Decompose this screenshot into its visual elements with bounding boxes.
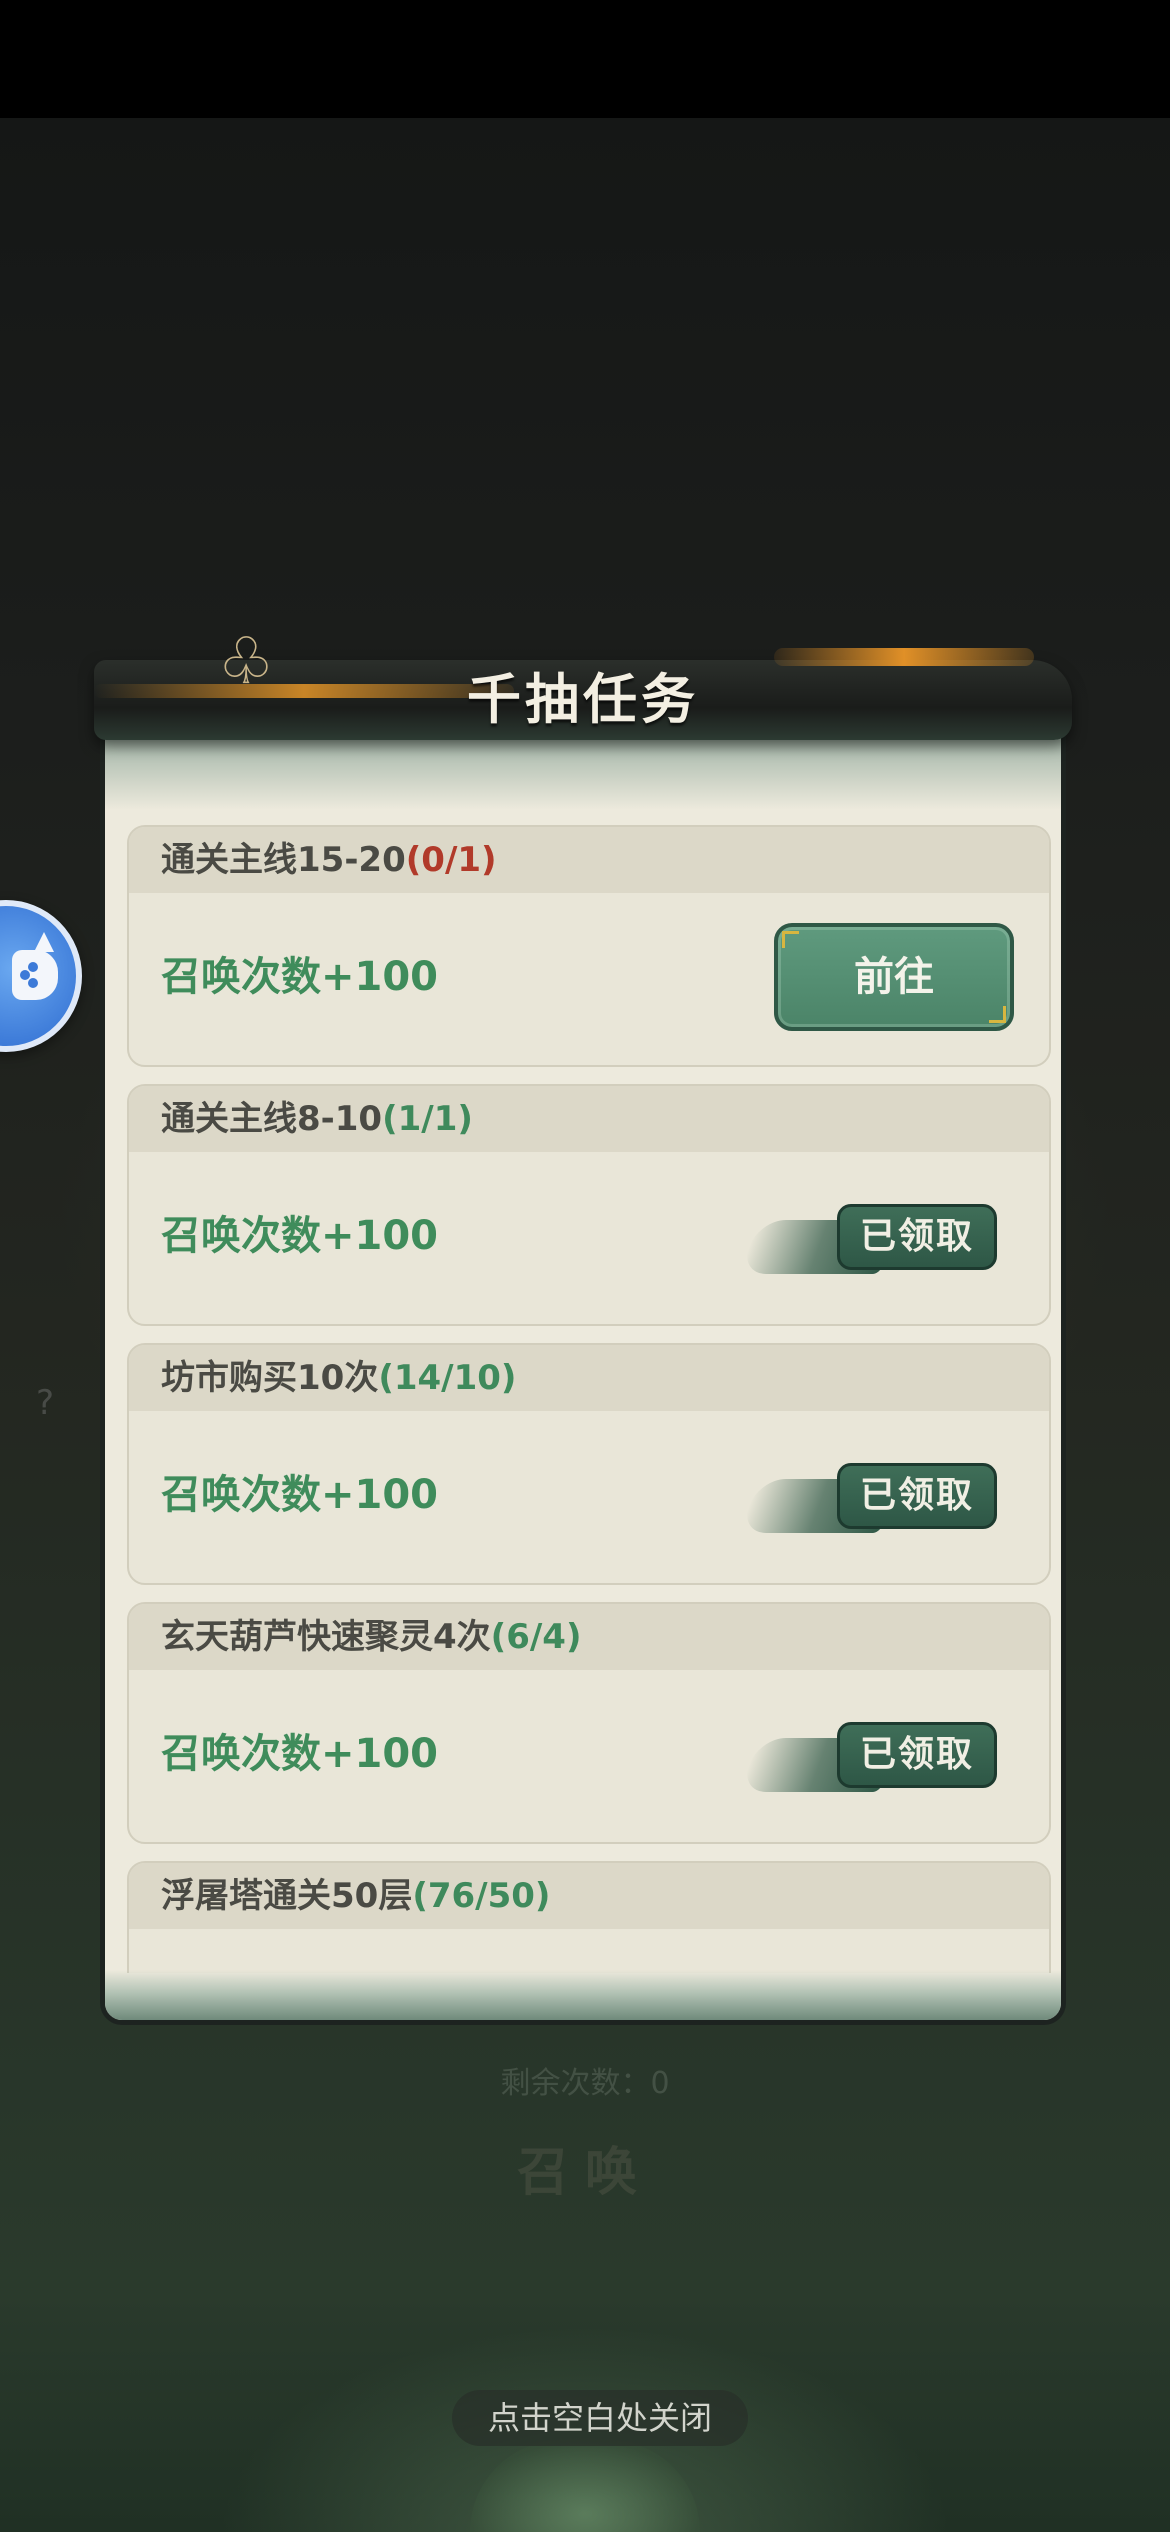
bottom-cloud-decoration: [105, 1970, 1061, 2020]
task-name: 玄天葫芦快速聚灵4次(6/4): [161, 1604, 581, 1670]
claimed-stamp: 已领取: [739, 1714, 999, 1804]
task-progress: (0/1): [405, 840, 497, 880]
task-reward: 召唤次数+100: [161, 1213, 439, 1259]
task-reward: 召唤次数+100: [161, 1731, 439, 1777]
background-remaining-count: 剩余次数：0: [500, 2066, 670, 2101]
task-header: 坊市购买10次(14/10): [129, 1345, 1049, 1411]
dialog-title: 千抽任务: [467, 667, 699, 731]
task-progress: (76/50): [412, 1876, 551, 1916]
task-dialog: 通关主线15-20(0/1) 召唤次数+100 前往 通关主线8-10(1/1): [94, 620, 1072, 2025]
task-progress: (1/1): [382, 1099, 473, 1139]
task-card: 玄天葫芦快速聚灵4次(6/4) 召唤次数+100 已领取: [127, 1602, 1051, 1844]
corner-decoration: [782, 931, 799, 948]
claimed-label: 已领取: [837, 1722, 997, 1788]
go-button[interactable]: 前往: [774, 923, 1014, 1031]
task-progress: (6/4): [490, 1617, 582, 1657]
task-header: 浮屠塔通关50层(76/50): [129, 1863, 1049, 1929]
task-header: 玄天葫芦快速聚灵4次(6/4): [129, 1604, 1049, 1670]
controller-dot: [28, 962, 38, 972]
background-summon-label: 召唤: [516, 2142, 653, 2203]
task-progress: (14/10): [378, 1358, 517, 1398]
task-name-text: 玄天葫芦快速聚灵4次: [161, 1617, 491, 1657]
status-bar: [0, 0, 1170, 118]
dialog-header: ♧ 千抽任务: [94, 620, 1072, 750]
task-header: 通关主线8-10(1/1): [129, 1086, 1049, 1152]
go-button-label: 前往: [854, 954, 934, 1000]
claimed-stamp: 已领取: [739, 1196, 999, 1286]
claimed-label: 已领取: [837, 1204, 997, 1270]
task-name: 浮屠塔通关50层(76/50): [161, 1863, 550, 1929]
task-card: 坊市购买10次(14/10) 召唤次数+100 已领取: [127, 1343, 1051, 1585]
task-name: 通关主线15-20(0/1): [161, 827, 497, 893]
task-name-text: 坊市购买10次: [161, 1358, 379, 1398]
task-list[interactable]: 通关主线15-20(0/1) 召唤次数+100 前往 通关主线8-10(1/1): [127, 825, 1051, 1973]
background-help-icon: ?: [36, 1383, 55, 1423]
task-name-text: 通关主线15-20: [161, 840, 406, 880]
claimed-stamp: 已领取: [739, 1455, 999, 1545]
controller-dot: [28, 978, 38, 988]
task-reward: 召唤次数+100: [161, 1472, 439, 1518]
task-card: 浮屠塔通关50层(76/50): [127, 1861, 1051, 1973]
task-name-text: 浮屠塔通关50层: [161, 1876, 413, 1916]
task-name-text: 通关主线8-10: [161, 1099, 383, 1139]
task-header: 通关主线15-20(0/1): [129, 827, 1049, 893]
task-card: 通关主线8-10(1/1) 召唤次数+100 已领取: [127, 1084, 1051, 1326]
task-name: 通关主线8-10(1/1): [161, 1086, 473, 1152]
close-hint[interactable]: 点击空白处关闭: [452, 2390, 748, 2446]
task-reward: 召唤次数+100: [161, 954, 439, 1000]
game-controller-icon: [12, 950, 58, 1000]
corner-decoration: [989, 1006, 1006, 1023]
screen: ? 剩余次数：0 召唤 通关主线15-20(0/1) 召唤次数+100 前往 通…: [0, 0, 1170, 2532]
ear-shape: [34, 932, 54, 952]
dialog-panel: 通关主线15-20(0/1) 召唤次数+100 前往 通关主线8-10(1/1): [100, 720, 1066, 2025]
task-name: 坊市购买10次(14/10): [161, 1345, 516, 1411]
task-card: 通关主线15-20(0/1) 召唤次数+100 前往: [127, 825, 1051, 1067]
claimed-label: 已领取: [837, 1463, 997, 1529]
